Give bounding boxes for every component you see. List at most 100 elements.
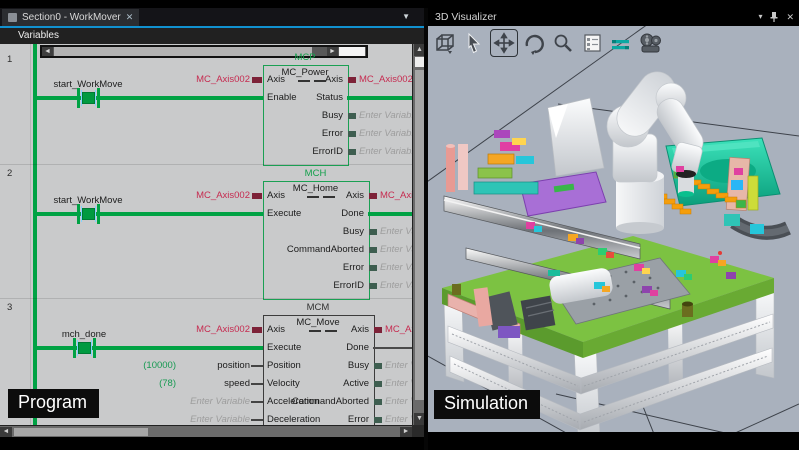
document-tab-bar: Section0 - WorkMover ✕ ▼ <box>0 8 424 28</box>
output-variable[interactable]: Enter Variable <box>380 244 412 255</box>
fb-output-pin: Busy <box>263 360 369 371</box>
output-connector <box>369 193 377 199</box>
fb-output-pin: Busy <box>263 226 364 237</box>
input-variable[interactable]: position <box>118 360 250 371</box>
output-connector <box>374 363 382 369</box>
input-variable[interactable]: MC_Axis002 <box>118 190 250 201</box>
fb-instance-name[interactable]: MCM <box>263 302 373 313</box>
tab-section0-workmover[interactable]: Section0 - WorkMover ✕ <box>2 9 139 26</box>
output-wire <box>347 96 412 100</box>
fb-instance-name[interactable]: MCH <box>263 168 368 179</box>
hscroll-thumb[interactable] <box>14 428 148 436</box>
contact-bar[interactable] <box>97 88 100 108</box>
contact-bar[interactable] <box>77 88 80 108</box>
tab-close-icon[interactable]: ✕ <box>126 12 134 23</box>
visualizer-title-bar[interactable]: 3D Visualizer ▾ ✕ <box>428 8 799 26</box>
input-variable[interactable]: speed <box>118 378 250 389</box>
fb-output-pin: Status <box>263 92 343 103</box>
ladder-canvas[interactable]: ◄ ► 1start_WorkMoveMCPMC_PowerAxisAxisMC… <box>0 44 412 425</box>
scroll-right-icon[interactable]: ► <box>400 427 412 437</box>
dimension-icon[interactable] <box>608 30 634 56</box>
view-cube-icon[interactable] <box>432 30 458 56</box>
visualizer-title: 3D Visualizer <box>435 11 497 23</box>
ladder-editor-panel: Section0 - WorkMover ✕ ▼ Variables ◄ ► 1… <box>0 8 424 450</box>
scrollbar-split-button[interactable] <box>415 57 424 67</box>
output-variable[interactable]: Enter Variable <box>359 110 412 121</box>
output-variable[interactable]: Enter Variable <box>385 360 412 371</box>
fb-output-pin: Active <box>263 378 369 389</box>
pan-icon[interactable] <box>490 29 518 57</box>
vertical-scrollbar[interactable]: ▲ ▼ <box>412 44 424 425</box>
rung-wire <box>36 212 263 216</box>
output-variable[interactable]: MC_Axis002 <box>385 324 412 335</box>
fb-instance-name[interactable]: MCP <box>263 52 347 63</box>
record-movie-icon[interactable] <box>637 30 663 56</box>
input-connector <box>251 401 263 403</box>
horizontal-scrollbar[interactable]: ◄ ► <box>0 425 412 437</box>
output-variable[interactable]: MC_Axis002 <box>359 74 412 85</box>
tab-list-dropdown-icon[interactable]: ▼ <box>402 12 410 21</box>
select-cursor-icon[interactable] <box>461 30 487 56</box>
output-connector <box>369 229 377 235</box>
program-caption: Program <box>8 389 99 418</box>
scrollbar-corner <box>412 425 424 437</box>
output-variable[interactable]: Enter Variable <box>359 146 412 157</box>
output-connector <box>374 399 382 405</box>
robot-arm <box>607 65 708 234</box>
output-connector <box>348 131 356 137</box>
fb-output-pin: CommandAborted <box>263 244 364 255</box>
output-variable[interactable]: Enter Variable <box>380 280 412 291</box>
scroll-left-icon[interactable]: ◄ <box>42 47 53 56</box>
scroll-left-icon[interactable]: ◄ <box>0 427 12 437</box>
orbit-icon[interactable] <box>521 30 547 56</box>
output-connector <box>374 417 382 423</box>
input-variable[interactable]: Enter Variable <box>118 414 250 425</box>
output-variable[interactable]: Enter Variable <box>385 396 412 407</box>
contact-state[interactable] <box>82 92 95 104</box>
output-variable[interactable]: Enter Variable <box>385 414 412 425</box>
fb-output-pin: CommandAborted <box>263 396 369 407</box>
input-connector <box>251 365 263 367</box>
output-variable[interactable]: Enter Variable <box>380 226 412 237</box>
contact-bar[interactable] <box>77 204 80 224</box>
input-connector <box>252 327 262 333</box>
left-power-rail <box>33 44 37 425</box>
pin-icon[interactable] <box>770 12 778 22</box>
input-variable[interactable]: MC_Axis002 <box>118 74 250 85</box>
scene-list-icon[interactable] <box>579 30 605 56</box>
output-variable[interactable]: Enter Variable <box>385 378 412 389</box>
rung-number: 2 <box>7 168 12 179</box>
axis-dash <box>325 330 337 332</box>
collapse-icon[interactable]: ▾ <box>758 8 762 26</box>
fb-output-pin: Busy <box>263 110 343 121</box>
rung-number: 1 <box>7 54 12 65</box>
contact-bar[interactable] <box>93 338 96 358</box>
input-connector <box>252 77 262 83</box>
rung-separator <box>0 298 412 299</box>
output-connector <box>369 265 377 271</box>
output-variable[interactable]: Enter Variable <box>380 262 412 273</box>
fb-output-pin: Error <box>263 128 343 139</box>
fb-output-pin: Error <box>263 414 369 425</box>
fb-output-pin: Done <box>263 208 364 219</box>
3d-viewport[interactable] <box>428 26 799 432</box>
input-variable[interactable]: MC_Axis002 <box>118 324 250 335</box>
output-connector <box>374 381 382 387</box>
variables-bar[interactable]: Variables <box>0 28 424 44</box>
rung-wire <box>36 96 263 100</box>
input-connector <box>252 193 262 199</box>
contact-bar[interactable] <box>97 204 100 224</box>
zoom-icon[interactable] <box>550 30 576 56</box>
vscroll-thumb[interactable] <box>415 70 424 400</box>
contact-state[interactable] <box>78 342 91 354</box>
output-wire <box>368 212 412 216</box>
input-variable[interactable]: Enter Variable <box>118 396 250 407</box>
contact-tick <box>95 90 96 106</box>
close-icon[interactable]: ✕ <box>786 8 794 26</box>
contact-state[interactable] <box>82 208 95 220</box>
output-variable[interactable]: Enter Variable <box>359 128 412 139</box>
contact-bar[interactable] <box>73 338 76 358</box>
axis-dash <box>323 196 335 198</box>
contact-tick <box>91 340 92 356</box>
output-variable[interactable]: MC_Axis002 <box>380 190 412 201</box>
